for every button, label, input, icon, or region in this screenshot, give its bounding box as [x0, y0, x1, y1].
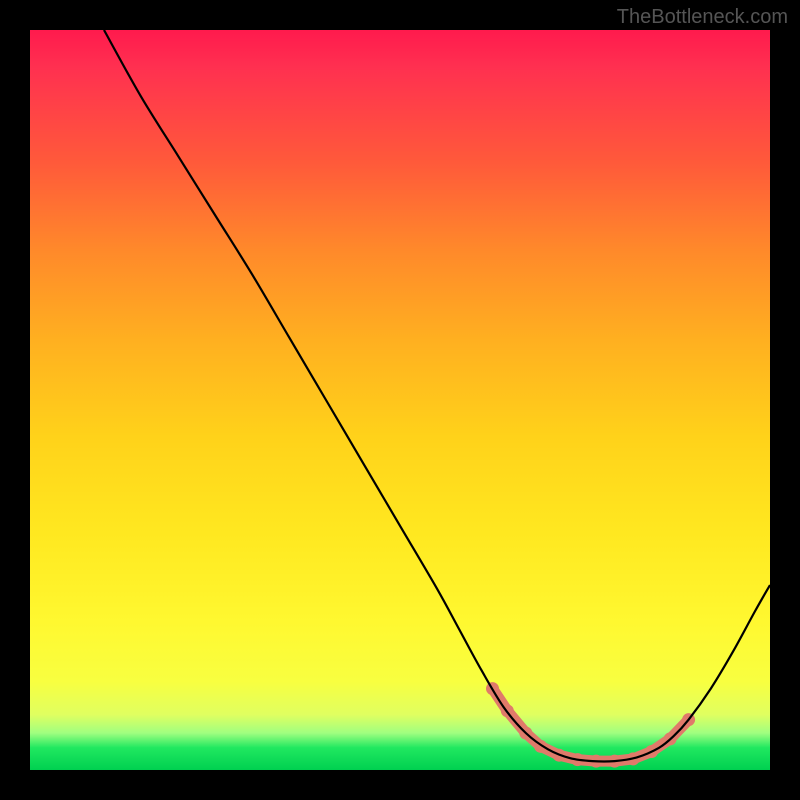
watermark-text: TheBottleneck.com: [617, 6, 788, 29]
curve-svg: [30, 30, 770, 770]
plot-area: [30, 30, 770, 770]
chart-container: TheBottleneck.com: [0, 0, 800, 800]
bottleneck-curve: [104, 30, 770, 762]
